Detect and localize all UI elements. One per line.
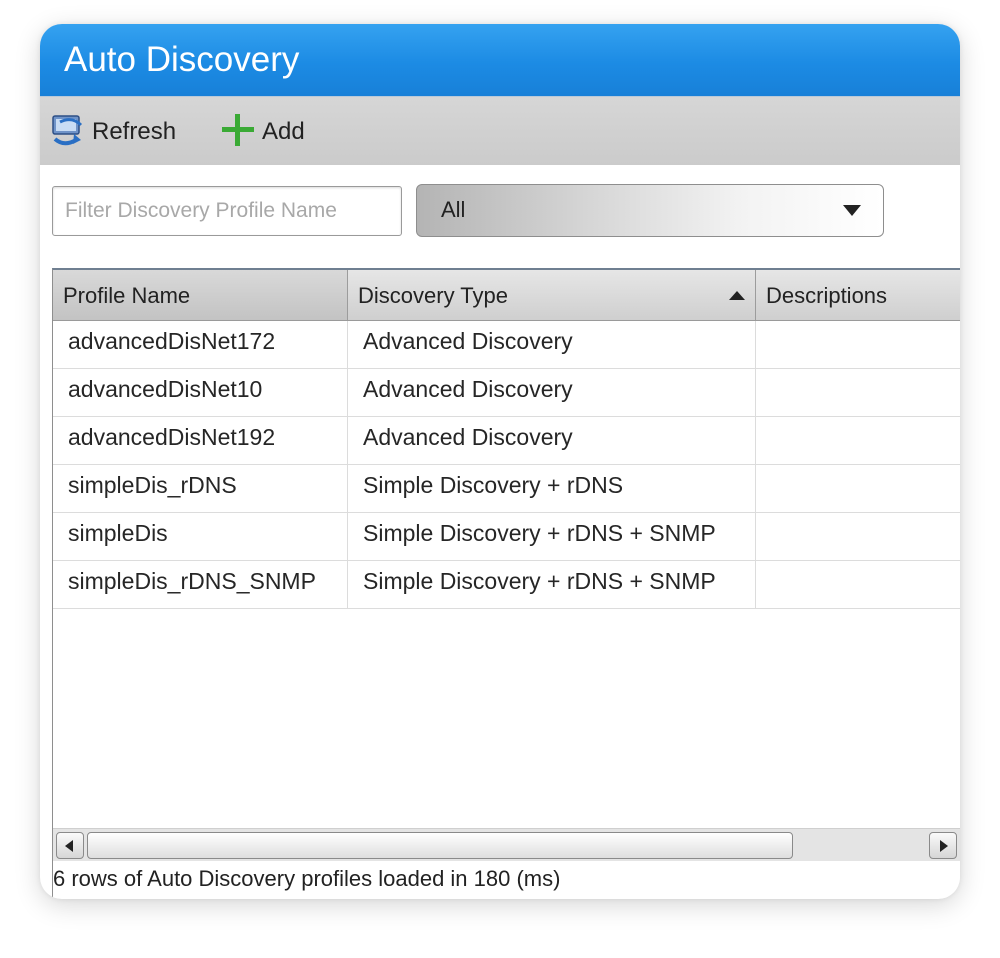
cell-discovery-type: Advanced Discovery — [348, 417, 756, 464]
table-row[interactable]: simpleDis_rDNS_SNMP Simple Discovery + r… — [53, 561, 960, 609]
cell-profile-name: simpleDis — [53, 513, 348, 560]
title-bar: Auto Discovery — [40, 24, 960, 96]
cell-discovery-type: Simple Discovery + rDNS + SNMP — [348, 513, 756, 560]
cell-description — [756, 321, 960, 368]
cell-discovery-type: Simple Discovery + rDNS + SNMP — [348, 561, 756, 608]
grid-rows: advancedDisNet172 Advanced Discovery adv… — [53, 321, 960, 609]
scroll-right-button[interactable] — [929, 832, 957, 859]
table-row[interactable]: advancedDisNet10 Advanced Discovery — [53, 369, 960, 417]
arrow-right-icon — [940, 840, 948, 852]
cell-description — [756, 465, 960, 512]
table-row[interactable]: simpleDis_rDNS Simple Discovery + rDNS — [53, 465, 960, 513]
discovery-type-select[interactable]: All — [416, 184, 884, 237]
discovery-profiles-grid: Profile Name Discovery Type Descriptions… — [52, 268, 960, 898]
column-header-label: Discovery Type — [358, 283, 508, 308]
cell-profile-name: advancedDisNet192 — [53, 417, 348, 464]
window-title: Auto Discovery — [64, 40, 300, 79]
status-text: 6 rows of Auto Discovery profiles loaded… — [53, 866, 561, 891]
chevron-down-icon — [843, 205, 861, 216]
refresh-label: Refresh — [92, 118, 177, 145]
cell-discovery-type: Advanced Discovery — [348, 369, 756, 416]
cell-description — [756, 369, 960, 416]
refresh-icon — [50, 113, 86, 152]
grid-header: Profile Name Discovery Type Descriptions — [53, 270, 960, 321]
cell-profile-name: advancedDisNet172 — [53, 321, 348, 368]
table-row[interactable]: advancedDisNet192 Advanced Discovery — [53, 417, 960, 465]
cell-profile-name: simpleDis_rDNS_SNMP — [53, 561, 348, 608]
arrow-left-icon — [65, 840, 73, 852]
table-row[interactable]: simpleDis Simple Discovery + rDNS + SNMP — [53, 513, 960, 561]
cell-description — [756, 513, 960, 560]
cell-profile-name: simpleDis_rDNS — [53, 465, 348, 512]
column-header-profile-name[interactable]: Profile Name — [53, 270, 348, 320]
scroll-thumb[interactable] — [87, 832, 793, 859]
scroll-left-button[interactable] — [56, 832, 84, 859]
toolbar: Refresh Add — [40, 96, 960, 165]
discovery-type-select-value: All — [441, 197, 466, 222]
add-label: Add — [262, 118, 305, 145]
cell-description — [756, 561, 960, 608]
add-button[interactable]: Add — [220, 113, 305, 149]
filter-profile-name-input[interactable] — [52, 186, 402, 236]
cell-discovery-type: Simple Discovery + rDNS — [348, 465, 756, 512]
auto-discovery-window: Auto Discovery Refresh Add Filter Discov… — [40, 24, 960, 899]
cell-discovery-type: Advanced Discovery — [348, 321, 756, 368]
horizontal-scrollbar[interactable] — [53, 828, 960, 861]
table-row[interactable]: advancedDisNet172 Advanced Discovery — [53, 321, 960, 369]
cell-profile-name: advancedDisNet10 — [53, 369, 348, 416]
cell-description — [756, 417, 960, 464]
plus-icon — [220, 112, 256, 153]
column-header-discovery-type[interactable]: Discovery Type — [348, 270, 756, 320]
refresh-button[interactable]: Refresh — [50, 113, 177, 152]
sort-ascending-icon — [729, 291, 745, 300]
column-header-descriptions[interactable]: Descriptions — [756, 270, 960, 320]
